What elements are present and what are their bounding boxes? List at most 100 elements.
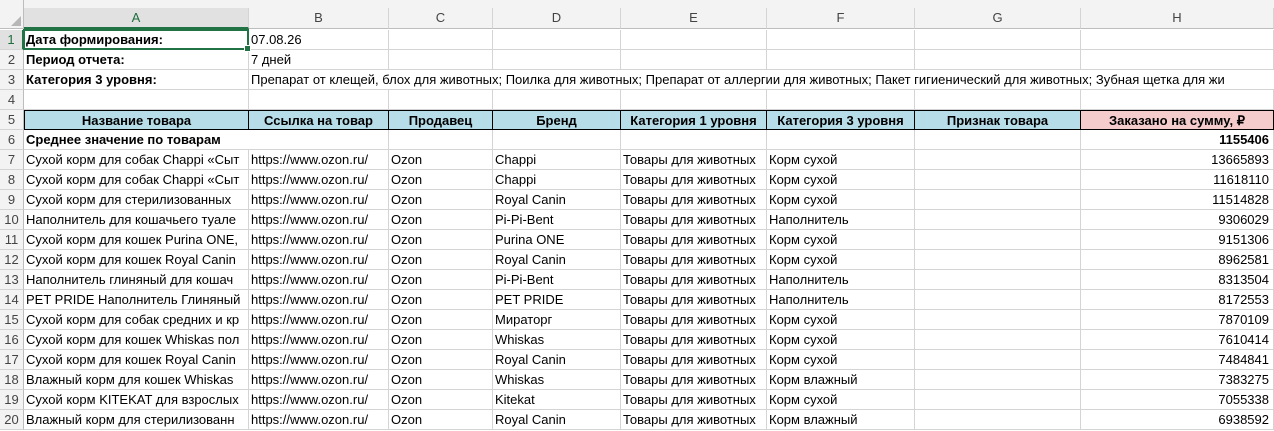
table-row-cell[interactable]: Ozon [389,370,493,390]
table-row-cell[interactable]: Корм сухой [767,230,915,250]
table-row-cell[interactable]: Наполнитель [767,270,915,290]
column-header-d[interactable]: D [493,8,621,29]
table-row-cell[interactable]: Chappi [493,150,621,170]
row-header-4[interactable]: 4 [0,90,24,110]
empty-cell[interactable] [767,90,915,110]
table-row-cell[interactable]: Ozon [389,310,493,330]
empty-cell[interactable] [389,30,493,50]
table-row-cell[interactable]: Наполнитель глиняный для кошач [24,270,249,290]
table-header-8[interactable]: Заказано на сумму, ₽ [1081,110,1274,130]
table-row-cell[interactable]: https://www.ozon.ru/ [249,230,389,250]
table-row-cell[interactable]: PET PRIDE Наполнитель Глиняный [24,290,249,310]
table-row-cell[interactable]: Сухой корм для собак Chappi «Сыт [24,150,249,170]
table-header-7[interactable]: Признак товара [915,110,1081,130]
table-row-cell[interactable]: Наполнитель [767,210,915,230]
table-row-cell[interactable]: 8313504 [1081,270,1274,290]
table-row-cell[interactable]: Товары для животных [621,150,767,170]
category-level3-value[interactable]: Препарат от клещей, блох для животных; П… [249,70,1274,90]
row-header-16[interactable]: 16 [0,330,24,350]
table-row-cell[interactable]: Корм сухой [767,310,915,330]
table-row-cell[interactable]: Ozon [389,170,493,190]
empty-cell[interactable] [621,130,767,150]
empty-cell[interactable] [915,30,1081,50]
row-header-10[interactable]: 10 [0,210,24,230]
table-row-cell[interactable]: PET PRIDE [493,290,621,310]
row-header-15[interactable]: 15 [0,310,24,330]
table-header-5[interactable]: Категория 1 уровня [621,110,767,130]
table-header-3[interactable]: Продавец [389,110,493,130]
table-row-cell[interactable]: Корм сухой [767,190,915,210]
row-header-19[interactable]: 19 [0,390,24,410]
table-row-cell[interactable]: Товары для животных [621,290,767,310]
empty-cell[interactable] [915,50,1081,70]
empty-cell[interactable] [767,130,915,150]
empty-cell[interactable] [621,90,767,110]
table-header-4[interactable]: Бренд [493,110,621,130]
table-row-cell[interactable]: https://www.ozon.ru/ [249,310,389,330]
table-row-cell[interactable]: Товары для животных [621,190,767,210]
empty-cell[interactable] [493,90,621,110]
table-row-cell[interactable]: Ozon [389,210,493,230]
empty-cell[interactable] [493,130,621,150]
table-row-cell[interactable]: Ozon [389,230,493,250]
table-row-cell[interactable]: https://www.ozon.ru/ [249,250,389,270]
table-row-cell[interactable] [915,370,1081,390]
report-period-value[interactable]: 7 дней [249,50,389,70]
table-row-cell[interactable]: https://www.ozon.ru/ [249,390,389,410]
select-all-corner[interactable] [0,0,24,29]
table-row-cell[interactable]: Товары для животных [621,330,767,350]
table-row-cell[interactable]: Royal Canin [493,190,621,210]
table-row-cell[interactable]: https://www.ozon.ru/ [249,330,389,350]
empty-cell[interactable] [767,50,915,70]
table-row-cell[interactable]: Товары для животных [621,310,767,330]
table-row-cell[interactable]: Товары для животных [621,270,767,290]
row-header-9[interactable]: 9 [0,190,24,210]
table-row-cell[interactable]: https://www.ozon.ru/ [249,270,389,290]
table-row-cell[interactable]: 6938592 [1081,410,1274,430]
table-row-cell[interactable]: 7055338 [1081,390,1274,410]
table-row-cell[interactable]: Товары для животных [621,210,767,230]
table-row-cell[interactable]: 11618110 [1081,170,1274,190]
table-row-cell[interactable]: Сухой корм для кошек Royal Canin [24,350,249,370]
table-row-cell[interactable] [915,350,1081,370]
table-row-cell[interactable]: Сухой корм для кошек Whiskas пол [24,330,249,350]
table-row-cell[interactable]: Whiskas [493,370,621,390]
table-row-cell[interactable] [915,290,1081,310]
empty-cell[interactable] [249,90,389,110]
table-row-cell[interactable]: https://www.ozon.ru/ [249,350,389,370]
table-row-cell[interactable]: 8172553 [1081,290,1274,310]
table-row-cell[interactable]: Purina ONE [493,230,621,250]
table-row-cell[interactable]: Товары для животных [621,370,767,390]
column-header-b[interactable]: B [249,8,389,29]
table-row-cell[interactable]: 7383275 [1081,370,1274,390]
table-row-cell[interactable]: Сухой корм KITEKAT для взрослых [24,390,249,410]
row-header-6[interactable]: 6 [0,130,24,150]
empty-cell[interactable] [493,50,621,70]
table-row-cell[interactable]: Ozon [389,290,493,310]
table-row-cell[interactable] [915,210,1081,230]
table-row-cell[interactable]: Корм влажный [767,370,915,390]
average-value[interactable]: 1155406 [1081,130,1274,150]
table-row-cell[interactable]: Ozon [389,330,493,350]
table-row-cell[interactable]: Наполнитель для кошачьего туале [24,210,249,230]
column-header-e[interactable]: E [621,8,767,29]
table-header-2[interactable]: Ссылка на товар [249,110,389,130]
table-row-cell[interactable]: Корм сухой [767,150,915,170]
empty-cell[interactable] [767,30,915,50]
empty-cell[interactable] [493,30,621,50]
table-row-cell[interactable]: Корм сухой [767,330,915,350]
row-header-17[interactable]: 17 [0,350,24,370]
average-label[interactable]: Среднее значение по товарам [24,130,389,150]
column-header-a[interactable]: A [24,8,249,29]
empty-cell[interactable] [389,130,493,150]
table-row-cell[interactable]: Корм влажный [767,410,915,430]
empty-cell[interactable] [1081,90,1274,110]
table-row-cell[interactable]: Корм сухой [767,350,915,370]
column-header-g[interactable]: G [915,8,1081,29]
table-row-cell[interactable]: Товары для животных [621,230,767,250]
table-row-cell[interactable]: Royal Canin [493,250,621,270]
table-row-cell[interactable]: https://www.ozon.ru/ [249,290,389,310]
table-row-cell[interactable] [915,310,1081,330]
table-row-cell[interactable]: 7484841 [1081,350,1274,370]
report-date-label[interactable]: Дата формирования: [24,30,249,50]
